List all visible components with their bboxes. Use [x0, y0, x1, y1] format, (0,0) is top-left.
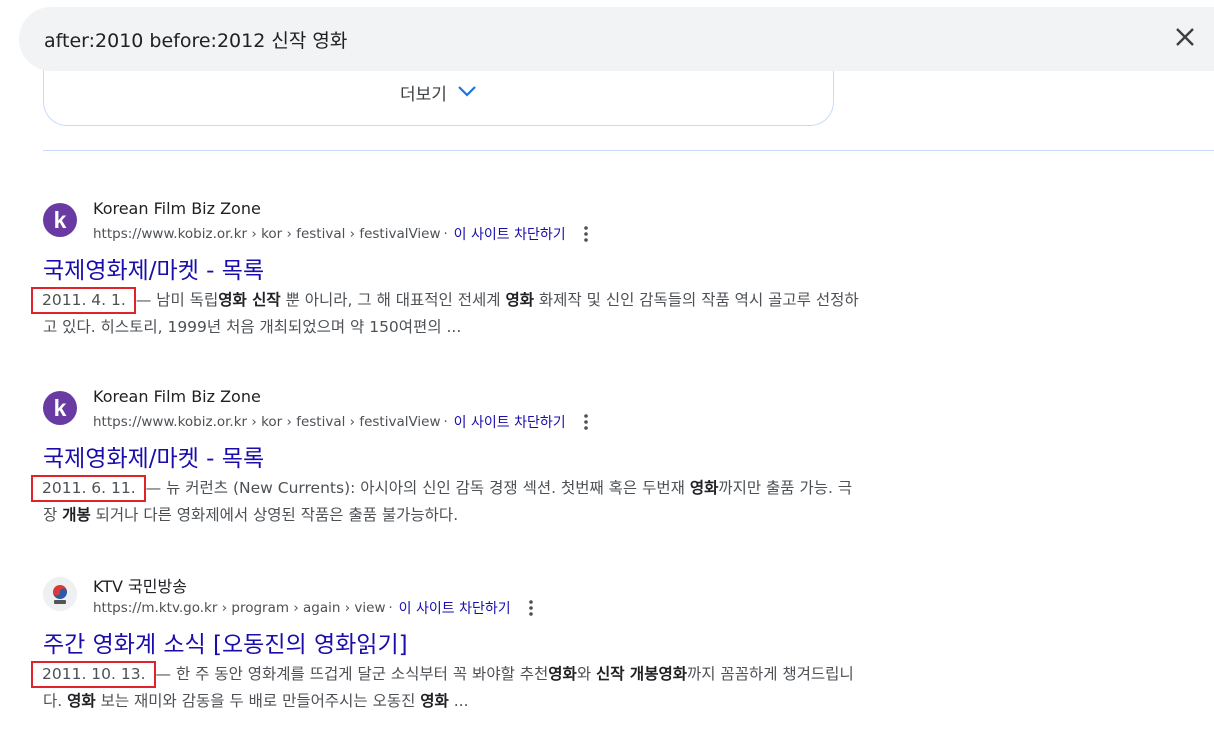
- search-input[interactable]: after:2010 before:2012 신작 영화: [44, 26, 347, 53]
- clear-search-button[interactable]: [1169, 23, 1201, 55]
- snippet-text: ...: [448, 692, 469, 710]
- snippet-text: 되거나 다른 영화제에서 상영된 작품은 출품 불가능하다.: [90, 506, 459, 524]
- result-url[interactable]: https://www.kobiz.or.kr › kor › festival…: [93, 226, 441, 242]
- snippet-keyword: 개봉: [62, 506, 91, 524]
- block-site-link[interactable]: 이 사이트 차단하기: [399, 598, 511, 618]
- dash: —: [135, 291, 152, 309]
- result-date: 2011. 10. 13.: [31, 661, 156, 688]
- snippet-keyword: 영화 신작: [218, 291, 281, 309]
- separator: ·: [443, 226, 448, 242]
- site-name[interactable]: Korean Film Biz Zone: [93, 199, 261, 218]
- snippet-keyword: 신작 개봉영화: [596, 665, 687, 683]
- more-options-icon[interactable]: [583, 414, 588, 430]
- result-date: 2011. 4. 1.: [31, 287, 136, 314]
- site-name[interactable]: KTV 국민방송: [93, 573, 187, 597]
- result-snippet: 2011. 10. 13. — 한 주 동안 영화계를 뜨겁게 달군 소식부터 꼭…: [31, 661, 863, 715]
- more-label: 더보기: [400, 85, 447, 105]
- chevron-down-icon: [457, 83, 477, 102]
- result-snippet: 2011. 6. 11. — 뉴 커런츠 (New Currents): 아시아의…: [31, 475, 863, 529]
- divider: [43, 150, 1214, 151]
- separator: ·: [443, 414, 448, 430]
- snippet-text: 뿐 아니라, 그 해 대표적인 전세계: [280, 291, 506, 309]
- result-title-link[interactable]: 국제영화제/마켓 - 목록: [43, 439, 264, 473]
- close-icon: [1175, 27, 1195, 51]
- snippet-keyword: 영화: [689, 479, 719, 497]
- snippet-text: 뉴 커런츠 (New Currents): 아시아의 신인 감독 경쟁 섹션. …: [161, 479, 690, 497]
- kobiz-logo-icon[interactable]: k: [43, 391, 77, 425]
- result-title-link[interactable]: 국제영화제/마켓 - 목록: [43, 251, 264, 285]
- block-site-link[interactable]: 이 사이트 차단하기: [454, 412, 566, 432]
- snippet-keyword: 영화: [420, 692, 449, 710]
- search-bar: after:2010 before:2012 신작 영화: [19, 7, 1214, 71]
- more-options-icon[interactable]: [528, 600, 533, 616]
- result-title-link[interactable]: 주간 영화계 소식 [오동진의 영화읽기]: [43, 625, 408, 659]
- block-site-link[interactable]: 이 사이트 차단하기: [454, 224, 566, 244]
- result-date: 2011. 6. 11.: [31, 475, 146, 502]
- snippet-text: 보는 재미와 감동을 두 배로 만들어주시는 오동진: [95, 692, 421, 710]
- dash: —: [145, 479, 162, 497]
- dash: —: [155, 665, 172, 683]
- snippet-body: 뉴 커런츠 (New Currents): 아시아의 신인 감독 경쟁 섹션. …: [43, 479, 852, 524]
- separator: ·: [388, 600, 393, 616]
- more-button[interactable]: 더보기: [44, 80, 833, 105]
- snippet-body: 남미 독립영화 신작 뿐 아니라, 그 해 대표적인 전세계 영화 화제작 및 …: [43, 291, 859, 336]
- snippet-text: 남미 독립: [151, 291, 219, 309]
- snippet-keyword: 영화: [548, 665, 577, 683]
- result-url[interactable]: https://www.kobiz.or.kr › kor › festival…: [93, 414, 441, 430]
- result-url[interactable]: https://m.ktv.go.kr › program › again › …: [93, 600, 386, 616]
- kobiz-logo-icon[interactable]: k: [43, 203, 77, 237]
- ktv-logo-icon[interactable]: [43, 577, 77, 611]
- search-results-page: 더보기 after:2010 before:2012 신작 영화 k Korea…: [0, 0, 1214, 731]
- result-snippet: 2011. 4. 1. — 남미 독립영화 신작 뿐 아니라, 그 해 대표적인 …: [31, 287, 863, 341]
- snippet-text: 한 주 동안 영화계를 뜨겁게 달군 소식부터 꼭 봐야할 추천: [171, 665, 549, 683]
- snippet-keyword: 영화: [505, 291, 534, 309]
- more-options-icon[interactable]: [583, 226, 588, 242]
- site-name[interactable]: Korean Film Biz Zone: [93, 387, 261, 406]
- snippet-text: 와: [576, 665, 597, 683]
- snippet-keyword: 영화: [67, 692, 96, 710]
